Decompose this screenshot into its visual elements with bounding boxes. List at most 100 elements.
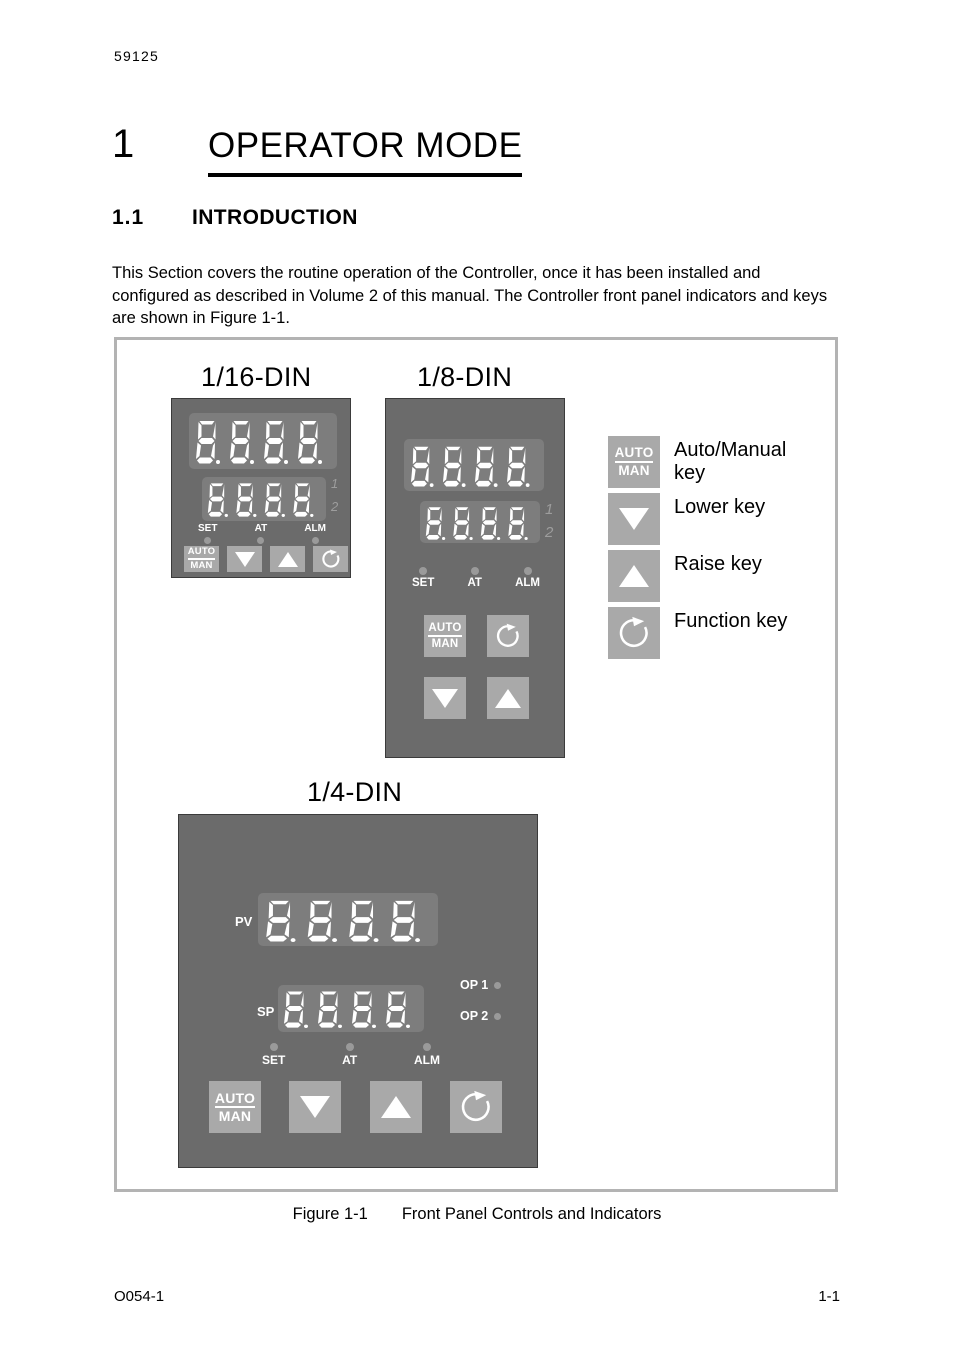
din4-output-2-lamp (494, 1012, 502, 1020)
up-arrow-icon (381, 1096, 411, 1118)
din4-output-1-label: OP 1 (460, 978, 489, 992)
din16-indicator-alm-lamp (311, 537, 319, 544)
din4-panel: PV SP OP 1 OP 2 SET AT ALM AUTO MAN (178, 814, 538, 1168)
din8-indicator-alm-lamp (523, 567, 532, 575)
din16-function-key[interactable] (313, 546, 348, 572)
man-label: MAN (431, 637, 459, 650)
din4-auto-manual-key[interactable]: AUTO MAN (209, 1081, 261, 1133)
din4-indicator-group: SET AT ALM (262, 1043, 440, 1066)
down-arrow-key-icon[interactable] (608, 493, 660, 545)
down-arrow-icon (300, 1096, 330, 1118)
din8-indicator-alm-label: ALM (515, 577, 540, 589)
up-arrow-icon (495, 688, 521, 708)
din16-indicator-set-label: SET (198, 523, 218, 534)
document-number: 59125 (114, 48, 159, 64)
function-circle-arrow-icon (321, 549, 339, 568)
din4-indicator-set: SET (262, 1043, 285, 1066)
din4-indicator-at: AT (342, 1043, 357, 1066)
legend-label-function: Function key (674, 610, 788, 632)
din16-indicator-set: SET (198, 524, 217, 544)
din16-indicator-alm-label: ALM (304, 523, 326, 534)
din8-upper-display (404, 439, 544, 491)
din16-indicator-alm: ALM (304, 524, 326, 544)
down-arrow-icon (619, 508, 649, 530)
din4-indicator-set-label: SET (262, 1053, 286, 1067)
din4-sp-label: SP (257, 1004, 275, 1019)
din8-indicator-set-label: SET (412, 577, 435, 589)
down-arrow-icon (432, 688, 458, 708)
function-circle-arrow-icon (461, 1090, 490, 1122)
figure-caption-text: Front Panel Controls and Indicators (401, 1205, 662, 1223)
legend-item-raise: Raise key (608, 550, 762, 602)
man-label: MAN (190, 559, 213, 571)
din4-pv-label: PV (235, 914, 253, 929)
figure-caption-label: Figure 1-1 (292, 1205, 368, 1223)
din8-raise-key[interactable] (487, 677, 529, 719)
din16-indicator-set-lamp (204, 537, 212, 544)
din4-indicator-at-label: AT (342, 1053, 358, 1067)
up-arrow-key-icon[interactable] (608, 550, 660, 602)
function-key-icon[interactable] (608, 607, 660, 659)
din16-raise-key[interactable] (270, 546, 305, 572)
din4-output-2: OP 2 (460, 1009, 502, 1023)
section-number: 1.1 (112, 206, 145, 229)
din8-auto-manual-key[interactable]: AUTO MAN (424, 615, 466, 657)
din4-sp-display (278, 985, 424, 1032)
auto-label: AUTO (187, 547, 216, 560)
auto-label: AUTO (214, 1089, 256, 1108)
din8-indicator-at: AT (467, 567, 482, 590)
legend-item-function: Function key (608, 607, 787, 659)
din4-title: 1/4-DIN (307, 777, 403, 807)
section-heading: 1.1 INTRODUCTION (112, 206, 358, 230)
din8-panel: 1 2 SET AT ALM AUTO MAN (385, 398, 565, 758)
din8-indicator-group: SET AT ALM (412, 567, 540, 590)
down-arrow-icon (234, 551, 255, 567)
din8-indicator-at-lamp (470, 567, 479, 575)
din8-lower-key[interactable] (424, 677, 466, 719)
legend-item-lower: Lower key (608, 493, 765, 545)
din8-side-digit-2: 2 (545, 524, 554, 541)
din8-title: 1/8-DIN (417, 362, 513, 392)
din4-indicator-at-lamp (345, 1043, 354, 1051)
din16-indicator-group: SET AT ALM (198, 524, 326, 544)
din16-side-digit-2: 2 (331, 499, 339, 514)
up-arrow-icon (619, 565, 649, 587)
legend-item-auto-manual: AUTO MAN Auto/Manual key (608, 436, 786, 488)
din4-function-key[interactable] (450, 1081, 502, 1133)
din4-output-1-lamp (494, 981, 502, 989)
auto-manual-key-icon[interactable]: AUTO MAN (608, 436, 660, 488)
legend-label-lower: Lower key (674, 496, 766, 518)
legend-label-auto-manual: Auto/Manual key (674, 439, 787, 484)
din8-indicator-set: SET (412, 567, 434, 590)
din8-side-digit-1: 1 (545, 501, 554, 518)
din4-lower-key[interactable] (289, 1081, 341, 1133)
figure-caption: Figure 1-1 Front Panel Controls and Indic… (0, 1205, 954, 1224)
din16-indicator-at-lamp (257, 537, 265, 544)
din16-side-digit-1: 1 (331, 476, 339, 491)
footer-document-code: O054-1 (114, 1288, 165, 1305)
auto-label: AUTO (614, 445, 654, 463)
din8-indicator-at-label: AT (467, 577, 482, 589)
section-title: INTRODUCTION (192, 206, 358, 229)
din4-raise-key[interactable] (370, 1081, 422, 1133)
legend-label-raise: Raise key (674, 553, 762, 575)
function-circle-arrow-icon (619, 616, 648, 648)
up-arrow-icon (277, 551, 298, 567)
din4-indicator-alm: ALM (414, 1043, 440, 1066)
din4-output-2-label: OP 2 (460, 1009, 489, 1023)
din8-function-key[interactable] (487, 615, 529, 657)
chapter-heading: 1 OPERATOR MODE (112, 122, 523, 177)
din4-pv-display (258, 893, 438, 946)
din16-panel: 1 2 SET AT ALM AUTO MAN (171, 398, 351, 578)
din16-title: 1/16-DIN (201, 362, 312, 392)
din16-indicator-at: AT (255, 524, 267, 544)
din4-indicator-set-lamp (269, 1043, 278, 1051)
section-body-text: This Section covers the routine operatio… (112, 264, 828, 327)
din16-lower-key[interactable] (227, 546, 262, 572)
din16-auto-manual-key[interactable]: AUTO MAN (184, 546, 219, 572)
din8-lower-display (420, 501, 540, 543)
figure-frame: 1/16-DIN 1 2 SET AT ALM AUTO MAN 1/8-DIN… (114, 337, 838, 1192)
function-circle-arrow-icon (496, 623, 519, 647)
chapter-number: 1 (112, 122, 135, 166)
din8-indicator-set-lamp (419, 567, 428, 575)
